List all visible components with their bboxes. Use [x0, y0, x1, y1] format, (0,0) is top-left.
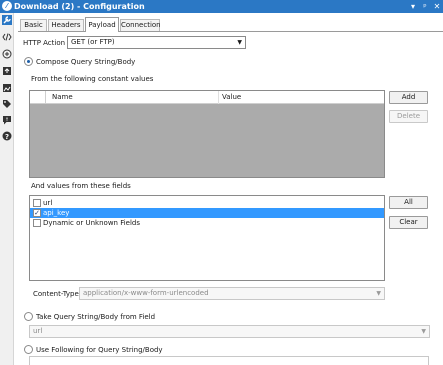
workflow-icon[interactable] [2, 49, 12, 59]
field-label-dynamic: Dynamic or Unknown Fields [43, 219, 141, 227]
column-header-value[interactable]: Value [222, 91, 241, 104]
chevron-down-icon: ▼ [376, 290, 381, 297]
content-type-label: Content-Type [33, 290, 79, 298]
pin-dropdown-icon[interactable]: ▾ [407, 0, 419, 13]
chevron-down-icon: ▼ [421, 328, 426, 335]
constant-values-label: From the following constant values [31, 75, 154, 83]
field-item-url[interactable]: url [30, 198, 384, 208]
image-icon[interactable] [2, 83, 12, 93]
take-query-radio[interactable] [24, 312, 33, 321]
chevron-down-icon: ▼ [237, 39, 242, 46]
fields-label: And values from these fields [31, 182, 131, 190]
content-type-value: application/x-www-form-urlencoded [83, 289, 209, 297]
take-query-label: Take Query String/Body from Field [36, 313, 156, 321]
field-checkbox-url[interactable] [33, 199, 41, 207]
http-action-value: GET (or FTP) [71, 38, 115, 46]
field-checkbox-dynamic[interactable] [33, 219, 41, 227]
close-icon[interactable]: ✕ [431, 0, 443, 13]
column-header-name[interactable]: Name [52, 91, 73, 104]
help-icon[interactable]: ? [2, 131, 12, 141]
comment-icon[interactable] [2, 115, 12, 125]
compose-query-radio[interactable] [24, 57, 33, 66]
delete-button[interactable]: Delete [389, 110, 428, 123]
content-type-select[interactable]: application/x-www-form-urlencoded ▼ [79, 287, 385, 300]
http-action-select[interactable]: GET (or FTP) ▼ [67, 36, 246, 49]
http-action-label: HTTP Action [23, 39, 66, 47]
constant-values-grid[interactable]: Name Value [29, 90, 385, 178]
tab-divider [18, 31, 443, 32]
grid-header: Name Value [30, 91, 384, 104]
query-body-input[interactable] [29, 356, 429, 365]
svg-text:?: ? [5, 133, 9, 141]
clear-button[interactable]: Clear [389, 216, 428, 229]
use-following-radio[interactable] [24, 345, 33, 354]
float-window-icon[interactable]: ᵖ [419, 0, 431, 13]
code-icon[interactable] [2, 32, 12, 42]
query-field-select[interactable]: url ▼ [29, 325, 430, 338]
window-titlebar: ⁄ Download (2) - Configuration ▾ ᵖ ✕ [0, 0, 443, 13]
field-checklist[interactable]: url ✓ api_key Dynamic or Unknown Fields [29, 195, 385, 281]
tab-connection[interactable]: Connection [120, 19, 161, 31]
field-item-dynamic[interactable]: Dynamic or Unknown Fields [30, 218, 384, 228]
add-button[interactable]: Add [389, 91, 428, 104]
wrench-icon[interactable] [2, 15, 12, 25]
use-following-label: Use Following for Query String/Body [36, 346, 163, 354]
field-label-api-key: api_key [43, 209, 70, 217]
tool-rail: ? [0, 13, 14, 365]
arrow-up-icon[interactable] [2, 66, 12, 76]
alteryx-logo-icon: ⁄ [2, 1, 12, 11]
field-label-url: url [43, 199, 53, 207]
tab-basic[interactable]: Basic [20, 19, 47, 31]
compose-query-label: Compose Query String/Body [36, 58, 136, 66]
field-item-api-key[interactable]: ✓ api_key [30, 208, 384, 218]
all-button[interactable]: All [389, 196, 428, 209]
tab-payload[interactable]: Payload [85, 17, 119, 32]
field-checkbox-api-key[interactable]: ✓ [33, 209, 41, 217]
tab-headers[interactable]: Headers [48, 19, 84, 31]
grid-corner [30, 91, 46, 104]
window-title: Download (2) - Configuration [14, 2, 145, 11]
query-field-value: url [33, 327, 43, 335]
tag-icon[interactable] [2, 99, 12, 109]
column-separator [218, 91, 219, 104]
